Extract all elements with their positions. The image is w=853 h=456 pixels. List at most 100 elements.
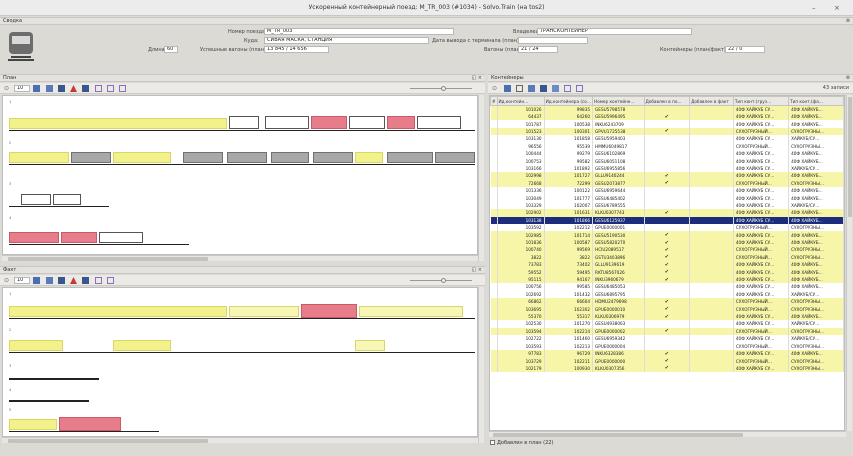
table-row[interactable]: 59552 59495 RKTU8567026 ✔ 40Ф ХАЙКУБ СУ… 40Ф … (490, 268, 844, 276)
fact-h-scroll-thumb[interactable] (8, 439, 208, 443)
close-button[interactable]: × (834, 4, 840, 12)
table-row[interactable]: 103592 102212 GPUE0000001 СУХОГРУЗНЫЙ… СУХОГ… (490, 224, 844, 232)
table-row[interactable]: 102530 101270 GESU4938063 40Ф ХАЙКУБ СУ… ХАЙ… (490, 320, 844, 328)
fact-wagon[interactable] (9, 340, 63, 351)
table-row[interactable]: 102998 101727 GLLU9140244 ✔ 40Ф ХАЙКУБ СУ… 40… (490, 172, 844, 180)
fact-h-scrollbar[interactable] (2, 437, 478, 443)
fact-wagon[interactable] (229, 306, 299, 317)
plan-wagon[interactable] (387, 116, 415, 129)
containers-v-scrollbar[interactable] (846, 95, 852, 431)
fact-zoom-slider-knob[interactable] (441, 278, 446, 283)
table-row[interactable]: 101523 100301 GPVU1725538 ✔ СУХОГРУЗНЫЙ… СУХО… (490, 127, 844, 136)
fact-wagon[interactable] (359, 306, 463, 317)
owner-field[interactable]: ТРАНСКОНТЕЙНЕР (537, 28, 692, 35)
table-row[interactable]: 101336 100122 GESU6959644 40Ф ХАЙКУБ СУ… 40Ф… (490, 186, 844, 195)
table-row[interactable]: 64437 64260 GESU5996495 ✔ 40Ф ХАЙКУБ СУ… 40Ф … (490, 112, 844, 121)
plan-wagon[interactable] (387, 152, 433, 163)
plan-zoom-field[interactable]: 10 (14, 85, 30, 92)
plan-v-scrollbar[interactable] (478, 95, 484, 261)
column-header[interactable]: Ид.контейнера (со… (543, 96, 594, 106)
table-row[interactable]: 95115 94167 INKU3960679 ✔ 40Ф ХАЙКУБ СУ… 40Ф … (490, 275, 844, 284)
plan-wagon[interactable] (271, 152, 309, 163)
fact-wagon[interactable] (113, 340, 171, 351)
remove-icon[interactable] (576, 85, 583, 92)
plan-wagon[interactable] (99, 232, 143, 243)
minimize-button[interactable]: – (812, 4, 816, 12)
table-row[interactable]: 103329 102007 GESU6789555 40Ф ХАЙКУБ СУ… ХАЙ… (490, 201, 844, 210)
plan-wagon[interactable] (53, 194, 81, 205)
plan-wagon[interactable] (355, 152, 383, 163)
table-row[interactable]: 103594 102214 GPUE0000002 ✔ СУХОГРУЗНЫЙ… СУХО… (490, 327, 844, 336)
plan-h-scroll-thumb[interactable] (8, 257, 208, 261)
table-row[interactable]: 103729 102211 GPUE0000000 ✔ СУХОГРУЗНЫЙ… СУХО… (490, 357, 844, 365)
table-row[interactable]: 100756 99585 GESU6485053 40Ф ХАЙКУБ СУ… 40Ф … (490, 283, 844, 291)
print-icon[interactable] (552, 85, 559, 92)
fact-wagon[interactable] (301, 304, 357, 318)
containers-v-scroll-thumb[interactable] (848, 97, 852, 217)
plan-h-scrollbar[interactable] (2, 255, 478, 261)
remove-wagon-icon[interactable] (107, 85, 114, 92)
layout-icon[interactable] (119, 85, 126, 92)
container-icon[interactable] (82, 277, 89, 284)
fact-canvas[interactable]: 1 2 3 4 5 (2, 287, 478, 437)
add-wagon-icon[interactable] (95, 85, 102, 92)
column-header[interactable]: Ид.контейн… (496, 96, 545, 106)
fact-wagon[interactable] (9, 306, 227, 317)
containers-h-scroll-thumb[interactable] (493, 433, 743, 437)
column-header[interactable]: Тип конт.(фа… (788, 96, 844, 106)
table-row[interactable]: 55370 55317 KLKU0306979 ✔ 40Ф ХАЙКУБ СУ… 40Ф … (490, 312, 844, 321)
filter-icon[interactable] (516, 85, 523, 92)
table-row[interactable]: 97783 96729 INKU6328386 ✔ 40Ф ХАЙКУБ СУ… 40Ф … (490, 349, 844, 358)
table-row[interactable]: 103166 101892 GESU6955856 40Ф ХАЙКУБ СУ… ХАЙ… (490, 164, 844, 173)
zoom-icon[interactable]: ⊙ (4, 85, 11, 92)
footer-checkbox[interactable] (490, 440, 495, 445)
exit-date-field[interactable] (518, 37, 588, 44)
table-row[interactable]: 100753 99582 GESU6051108 40Ф ХАЙКУБ СУ… 40Ф … (490, 157, 844, 165)
wagon-view-icon[interactable] (58, 277, 65, 284)
fact-v-scrollbar[interactable] (478, 287, 484, 443)
grid-icon[interactable] (504, 85, 511, 92)
fact-wagon[interactable] (9, 419, 57, 430)
zoom-icon[interactable]: ⊙ (4, 277, 11, 284)
train-number-field[interactable]: M_TR_003 (264, 28, 454, 35)
plan-wagon[interactable] (229, 116, 259, 129)
add-icon[interactable] (564, 85, 571, 92)
panel-controls-icon[interactable]: ◱ × (471, 75, 482, 82)
column-header[interactable]: Добавлен в по… (643, 96, 691, 106)
table-row[interactable]: 100444 99279 GESU6102869 40Ф ХАЙКУБ СУ… 40Ф … (490, 149, 844, 158)
table-row[interactable]: 103130 101858 GESU5959403 40Ф ХАЙКУБ СУ… ХАЙ… (490, 135, 844, 143)
table-row[interactable]: 101836 100587 GESU5820270 ✔ 40Ф ХАЙКУБ СУ… 40… (490, 238, 844, 247)
train-view-icon[interactable] (46, 277, 53, 284)
plan-wagon[interactable] (435, 152, 475, 163)
table-row[interactable]: 101026 99835 GESU5798578 40Ф ХАЙКУБ СУ… 40Ф … (490, 105, 844, 113)
plan-wagon[interactable] (311, 116, 347, 129)
column-header[interactable]: Номер контейне… (592, 96, 645, 106)
plan-zoom-slider-knob[interactable] (441, 86, 446, 91)
columns-icon[interactable] (540, 85, 547, 92)
table-row[interactable]: 101787 100538 INKU6243709 40Ф ХАЙКУБ СУ… 40Ф… (490, 120, 844, 128)
column-header[interactable]: Тип конт.(груз… (732, 96, 790, 106)
plan-wagon[interactable] (227, 152, 267, 163)
table-row[interactable]: 66862 66604 HDMU2479698 ✔ СУХОГРУЗНЫЙ… СУХОГР… (490, 298, 844, 306)
table-row[interactable]: 102985 101714 GESU5190530 ✔ 40Ф ХАЙКУБ СУ… 40… (490, 231, 844, 239)
plan-wagon[interactable] (71, 152, 111, 163)
wagon-view-icon[interactable] (58, 85, 65, 92)
warning-icon[interactable] (70, 85, 77, 92)
plan-wagon[interactable] (9, 118, 227, 129)
table-row[interactable]: 72668 72299 GESU2073877 ✔ СУХОГРУЗНЫЙ… СУХОГР… (490, 179, 844, 187)
table-row[interactable]: 102179 100930 KLKU0307356 ✔ 40Ф ХАЙКУБ СУ… СУ… (490, 364, 844, 373)
refresh-icon[interactable]: ⊙ (492, 85, 499, 92)
column-header[interactable]: Добавлен в факт (689, 96, 734, 106)
containers-h-scrollbar[interactable] (489, 431, 846, 437)
table-row[interactable]: 103049 101777 GESU6485402 40Ф ХАЙКУБ СУ… 40Ф… (490, 194, 844, 202)
plan-wagon[interactable] (417, 116, 461, 129)
plan-wagon[interactable] (349, 116, 385, 129)
table-row[interactable]: 102722 101460 GESU6959342 40Ф ХАЙКУБ СУ… ХАЙ… (490, 335, 844, 343)
fact-wagon[interactable] (59, 417, 121, 431)
plan-wagon[interactable] (265, 116, 309, 129)
where-field[interactable]: СИВАЯ МАСКА, СТАНЦИЯ (264, 37, 429, 44)
warning-icon[interactable] (70, 277, 77, 284)
train-view-icon[interactable] (46, 85, 53, 92)
length-field[interactable]: 60 (164, 46, 178, 53)
table-row[interactable]: 100740 99569 HCIU2089517 ✔ СУХОГРУЗНЫЙ… СУХОГ… (490, 246, 844, 254)
